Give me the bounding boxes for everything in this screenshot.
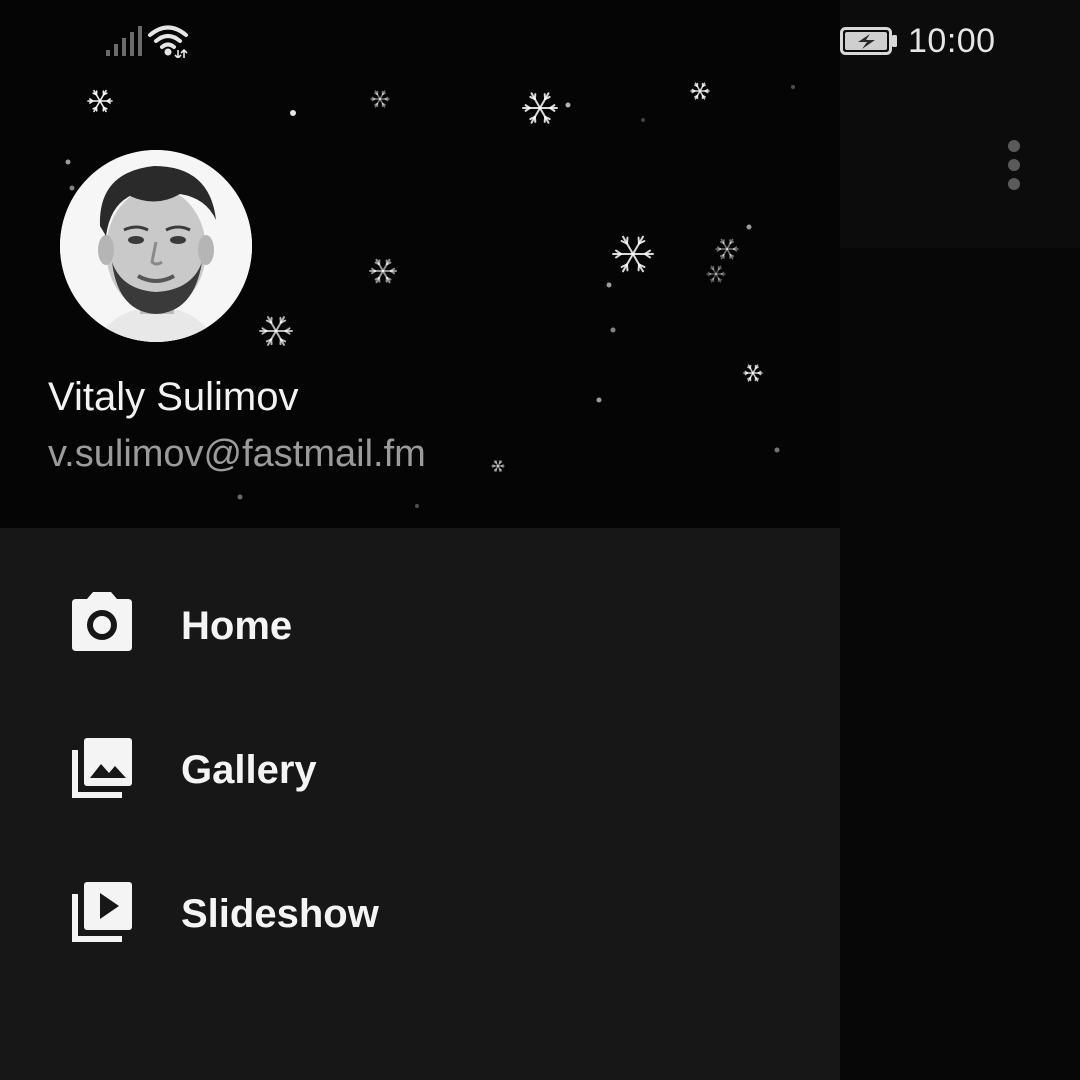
drawer-item-label: Slideshow — [181, 892, 379, 936]
overflow-dot — [1008, 140, 1020, 152]
battery-charging-icon — [840, 27, 897, 55]
snow-dot — [746, 224, 752, 230]
snow-dot — [641, 118, 645, 122]
wifi-icon — [148, 25, 188, 58]
drawer-item-label: Home — [181, 604, 293, 648]
navigation-drawer: Vitaly Sulimov v.sulimov@fastmail.fm Hom… — [0, 0, 840, 1080]
snow-dot — [69, 185, 75, 191]
snow-dot — [791, 85, 795, 89]
snow-dot — [565, 102, 571, 108]
snow-dot — [596, 397, 602, 403]
snowflake-icon — [87, 89, 113, 113]
photo-library-icon — [68, 736, 136, 804]
snow-dot — [415, 504, 419, 508]
snowflake-icon — [491, 460, 505, 472]
status-bar: 10:00 — [0, 0, 1080, 82]
snowflake-icon — [370, 90, 390, 108]
snowflake-icon — [706, 265, 726, 283]
snowflake-icon — [612, 235, 654, 273]
snow-dot — [610, 327, 616, 333]
signal-bars-icon — [106, 26, 142, 56]
snow-dot — [237, 494, 243, 500]
camera-icon — [68, 589, 136, 657]
drawer-item-gallery[interactable]: Gallery — [0, 696, 840, 840]
overflow-dot — [1008, 159, 1020, 171]
slideshow-icon — [68, 880, 136, 948]
snowflake-icon — [690, 82, 710, 100]
screen: Vitaly Sulimov v.sulimov@fastmail.fm Hom… — [0, 0, 1080, 1080]
snow-dot — [774, 447, 780, 453]
profile-photo — [60, 150, 252, 342]
snow-dot — [606, 282, 612, 288]
user-email: v.sulimov@fastmail.fm — [48, 433, 426, 475]
user-name: Vitaly Sulimov — [48, 375, 299, 419]
snow-dot — [65, 159, 71, 165]
overflow-dot — [1008, 178, 1020, 190]
snowflake-icon — [715, 238, 739, 260]
more-vert-icon[interactable] — [994, 134, 1034, 196]
avatar[interactable] — [60, 150, 252, 342]
snowflake-icon — [369, 258, 397, 284]
drawer-item-slideshow[interactable]: Slideshow — [0, 840, 840, 984]
snowflake-icon — [743, 364, 763, 382]
snowflake-icon — [522, 92, 558, 124]
drawer-item-label: Gallery — [181, 748, 317, 792]
drawer-item-home[interactable]: Home — [0, 552, 840, 696]
snowflake-icon — [259, 316, 293, 346]
snow-dot — [290, 110, 296, 116]
status-time: 10:00 — [908, 22, 996, 60]
